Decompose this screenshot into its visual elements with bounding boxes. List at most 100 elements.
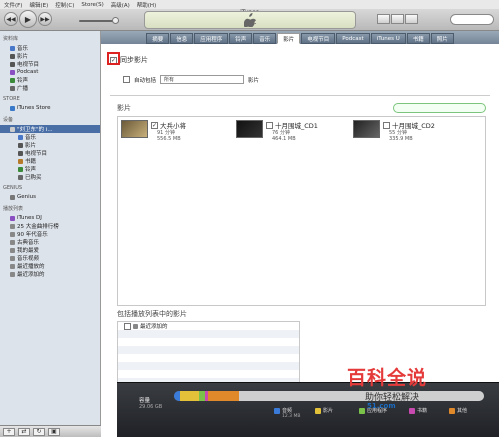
movie-search-input[interactable] — [393, 103, 486, 113]
sidebar-item-label: 铃声 — [25, 167, 37, 173]
sync-movies-row[interactable]: ✓ 同步影片 — [110, 55, 148, 65]
sidebar-item[interactable]: 最近添加的 — [0, 270, 100, 278]
sidebar-item-label: 音乐 — [25, 135, 37, 141]
artwork-button[interactable]: ▣ — [48, 427, 60, 436]
sidebar-item[interactable]: Podcast — [0, 68, 100, 76]
ipod-icon — [10, 126, 15, 132]
movie-list: ✓ 大兵小将 91 分钟 556.5 MB 十月围城_CD1 76 分钟 464.1 MB 十… — [117, 116, 486, 306]
sidebar-item[interactable]: 音乐视频 — [0, 254, 100, 262]
playlist-label: 最近添加的 — [140, 324, 168, 330]
previous-button[interactable]: ◀◀ — [4, 12, 18, 26]
sidebar-item[interactable]: iTunes Store — [0, 104, 100, 112]
menu-item[interactable]: 高级(A) — [111, 1, 130, 9]
search-input[interactable] — [450, 14, 494, 25]
sidebar-item[interactable]: iTunes DJ — [0, 214, 100, 222]
tab[interactable]: 书籍 — [406, 33, 430, 44]
play-button[interactable]: ▶ — [19, 10, 37, 28]
playlist-checkbox[interactable] — [124, 322, 131, 330]
sidebar-heading: 播放列表 — [3, 206, 24, 212]
tab[interactable]: 摘要 — [146, 33, 170, 44]
sidebar-item[interactable]: Genius — [0, 193, 100, 201]
music-icon — [10, 45, 15, 51]
bell-icon — [10, 77, 15, 83]
movie-item[interactable]: 十月围城_CD1 76 分钟 464.1 MB — [236, 120, 318, 142]
menu-item[interactable]: Store(S) — [81, 2, 103, 8]
grid-view-button[interactable] — [391, 14, 404, 24]
sidebar-item[interactable]: 影片 — [0, 141, 100, 149]
legend-item: 影片 — [315, 407, 333, 414]
sidebar-item-label: 已购买 — [25, 175, 42, 181]
sidebar-item[interactable]: "刘卫东"的 i... — [0, 125, 100, 133]
movie-item[interactable]: 十月围城_CD2 55 分钟 335.9 MB — [353, 120, 435, 142]
sidebar-item[interactable]: 90 年代音乐 — [0, 230, 100, 238]
movie-checkbox[interactable]: ✓ — [151, 121, 158, 129]
next-button[interactable]: ▶▶ — [38, 12, 52, 26]
tab[interactable]: Podcast — [336, 33, 370, 44]
add-playlist-button[interactable]: + — [3, 427, 15, 436]
sidebar-item[interactable]: 铃声 — [0, 165, 100, 173]
sidebar-item[interactable]: 铃声 — [0, 76, 100, 84]
tab[interactable]: 应用程序 — [194, 33, 229, 44]
sidebar-item[interactable]: 最近播放的 — [0, 262, 100, 270]
movie-info: 十月围城_CD2 55 分钟 335.9 MB — [383, 120, 435, 142]
volume-knob[interactable] — [112, 17, 119, 24]
movie-checkbox[interactable] — [266, 121, 273, 129]
tab[interactable]: 信息 — [170, 33, 194, 44]
coverflow-view-button[interactable] — [405, 14, 418, 24]
sidebar-item[interactable]: 电视节目 — [0, 149, 100, 157]
sync-movies-label: 同步影片 — [120, 56, 148, 64]
menu-item[interactable]: 文件(F) — [4, 1, 22, 9]
sidebar-item-label: 最近播放的 — [17, 264, 45, 270]
sync-movies-checkbox[interactable]: ✓ — [110, 56, 117, 64]
shuffle-button[interactable]: ⇄ — [18, 427, 30, 436]
sidebar-item[interactable]: 我的最爱 — [0, 246, 100, 254]
movie-item[interactable]: ✓ 大兵小将 91 分钟 556.5 MB — [121, 120, 186, 142]
sidebar-item[interactable]: 影片 — [0, 52, 100, 60]
movie-checkbox[interactable] — [383, 121, 390, 129]
movie-size: 556.5 MB — [157, 136, 181, 142]
movie-info: ✓ 大兵小将 91 分钟 556.5 MB — [151, 120, 186, 142]
sidebar-item[interactable]: 古典音乐 — [0, 238, 100, 246]
sidebar-item-label: 最近添加的 — [17, 272, 45, 278]
sidebar-item[interactable]: 音乐 — [0, 44, 100, 52]
sidebar-item[interactable]: 音乐 — [0, 133, 100, 141]
movie-title-row: ✓ 大兵小将 — [151, 120, 186, 130]
list-view-button[interactable] — [377, 14, 390, 24]
legend-size: 12.3 MB — [282, 414, 301, 419]
device-tabs: 摘要 信息 应用程序 铃声 音乐 影片 电视节目 Podcast iTunes U 书籍 照片 — [101, 31, 499, 44]
movie-icon — [10, 53, 15, 59]
menu-item[interactable]: 编辑(E) — [29, 1, 48, 9]
movie-title: 大兵小将 — [160, 122, 186, 130]
dj-icon — [10, 215, 15, 221]
auto-include-suffix: 影片 — [248, 77, 260, 84]
tab[interactable]: 铃声 — [229, 33, 253, 44]
sidebar-item-label: Podcast — [17, 69, 39, 75]
menu-item[interactable]: 帮助(H) — [137, 1, 156, 9]
sidebar-item[interactable]: 书籍 — [0, 157, 100, 165]
tab[interactable]: 音乐 — [253, 33, 277, 44]
sidebar-item[interactable]: 电视节目 — [0, 60, 100, 68]
auto-include-row: 自动包括 所有 影片 — [123, 75, 259, 84]
tab[interactable]: iTunes U — [370, 33, 406, 44]
tab[interactable]: 照片 — [430, 33, 454, 44]
auto-include-select[interactable]: 所有 — [160, 75, 245, 84]
sidebar-item[interactable]: 25 大金曲排行榜 — [0, 222, 100, 230]
playlist-item[interactable]: 最近添加的 — [118, 322, 299, 330]
sidebar-item-label: 我的最爱 — [17, 248, 40, 254]
tab[interactable]: 电视节目 — [301, 33, 336, 44]
tab[interactable]: 影片 — [277, 33, 301, 44]
sidebar-item-label: 书籍 — [25, 159, 37, 165]
menu-item[interactable]: 控制(C) — [55, 1, 74, 9]
movie-icon — [18, 142, 23, 148]
repeat-button[interactable]: ↻ — [33, 427, 45, 436]
sidebar-item-label: 电视节目 — [17, 62, 40, 68]
movie-size: 464.1 MB — [272, 136, 296, 142]
capacity-label: 容量 — [139, 398, 151, 404]
auto-include-checkbox[interactable] — [123, 76, 130, 83]
movie-thumbnail — [121, 120, 148, 138]
podcast-icon — [10, 69, 15, 75]
sidebar-item[interactable]: 已购买 — [0, 173, 100, 181]
sidebar-bottom-bar: + ⇄ ↻ ▣ — [0, 425, 101, 437]
sidebar-item[interactable]: 广播 — [0, 84, 100, 92]
legend-name: 音频 — [282, 408, 293, 414]
